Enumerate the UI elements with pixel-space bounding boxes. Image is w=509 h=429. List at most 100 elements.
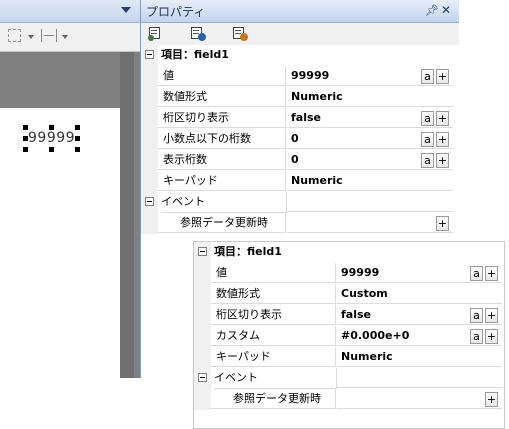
category-header[interactable]: 項目：field1 (194, 242, 502, 263)
property-name: 桁区切り表示 (158, 108, 286, 128)
designer-toolbar (0, 23, 140, 52)
properties-toolbar (141, 23, 459, 46)
property-name: 値 (158, 66, 286, 86)
panel-title: プロパティ (146, 5, 206, 19)
text-edit-button[interactable]: a (470, 308, 483, 323)
event-category-title: イベント (214, 368, 337, 389)
expression-add-button[interactable]: + (485, 392, 498, 407)
property-row[interactable]: 数値形式 Numeric (141, 87, 453, 108)
property-value[interactable]: Custom (337, 284, 502, 304)
property-name: 数値形式 (211, 284, 336, 304)
gutter (141, 108, 158, 129)
property-row[interactable]: カスタム #0.000e+0 a + (194, 326, 502, 347)
chevron-down-icon[interactable] (121, 7, 131, 13)
close-icon[interactable]: ✕ (441, 3, 451, 17)
pin-icon[interactable]: 📌︎ (425, 4, 439, 17)
resize-handle[interactable] (23, 136, 28, 141)
event-category-value (337, 368, 502, 388)
chevron-down-icon[interactable] (28, 35, 34, 39)
expression-add-button[interactable]: + (436, 153, 449, 168)
property-value[interactable]: Numeric (337, 347, 502, 367)
property-row[interactable]: キーパッド Numeric (194, 347, 502, 368)
property-grid-custom: 項目：field1 値 99999 a + 数値形式 Custom 桁区切り表示 false a +… (193, 241, 505, 429)
horizontal-spacing-icon[interactable] (41, 29, 57, 42)
resize-handle[interactable] (75, 125, 80, 130)
event-name: 参照データ更新時 (211, 389, 336, 409)
event-row[interactable]: 参照データ更新時 + (141, 213, 453, 234)
expression-add-button[interactable]: + (436, 111, 449, 126)
properties-title-bar: プロパティ 📌︎ ✕ (141, 0, 459, 23)
text-edit-button[interactable]: a (470, 329, 483, 344)
collapse-toggle-icon[interactable] (198, 373, 207, 382)
resize-handle[interactable] (49, 147, 54, 152)
collapse-toggle-icon[interactable] (198, 247, 207, 256)
gutter (141, 66, 158, 87)
snap-grid-icon[interactable] (8, 29, 21, 42)
property-row[interactable]: 小数点以下の桁数 0 a + (141, 129, 453, 150)
resize-handle[interactable] (75, 136, 80, 141)
category-title: 項目：field1 (161, 48, 229, 61)
event-page-icon[interactable] (189, 26, 207, 42)
text-edit-button[interactable]: a (421, 111, 434, 126)
expression-add-button[interactable]: + (436, 69, 449, 84)
property-name: カスタム (211, 326, 336, 346)
property-value[interactable]: Numeric (287, 87, 453, 107)
expression-add-button[interactable]: + (485, 329, 498, 344)
canvas-scroll-margin (120, 52, 134, 378)
text-edit-button[interactable]: a (421, 153, 434, 168)
event-category-value (287, 192, 453, 212)
event-category-header[interactable]: イベント (141, 192, 453, 213)
expression-add-button[interactable]: + (485, 266, 498, 281)
event-value[interactable] (337, 389, 502, 409)
gutter (194, 326, 211, 347)
gutter (141, 150, 158, 171)
resize-handle[interactable] (49, 125, 54, 130)
collapse-toggle-icon[interactable] (145, 197, 154, 206)
chevron-down-icon[interactable] (62, 35, 68, 39)
gutter (194, 389, 211, 410)
gutter (141, 129, 158, 150)
property-row[interactable]: 桁区切り表示 false a + (194, 305, 502, 326)
expression-add-button[interactable]: + (485, 308, 498, 323)
expression-add-button[interactable]: + (436, 216, 449, 231)
gutter (194, 263, 211, 284)
designer-title-bar (0, 0, 140, 23)
text-edit-button[interactable]: a (470, 266, 483, 281)
property-row[interactable]: 桁区切り表示 false a + (141, 108, 453, 129)
gutter (194, 305, 211, 326)
property-name: キーパッド (211, 347, 336, 367)
property-name: キーパッド (158, 171, 286, 191)
resize-handle[interactable] (75, 147, 80, 152)
event-row[interactable]: 参照データ更新時 + (194, 389, 502, 410)
field1-text: 99999 (28, 130, 76, 146)
property-name: 桁区切り表示 (211, 305, 336, 325)
gutter (141, 87, 158, 108)
property-row[interactable]: 値 99999 a + (141, 66, 453, 87)
text-edit-button[interactable]: a (421, 69, 434, 84)
gutter (194, 284, 211, 305)
category-title: 項目：field1 (214, 245, 282, 258)
property-row[interactable]: 数値形式 Custom (194, 284, 502, 305)
property-row[interactable]: 表示桁数 0 a + (141, 150, 453, 171)
designer-pane: 99999 (0, 0, 140, 378)
property-name: 小数点以下の桁数 (158, 129, 286, 149)
property-name: 数値形式 (158, 87, 286, 107)
event-category-header[interactable]: イベント (194, 368, 502, 389)
sorted-page-icon[interactable] (231, 26, 249, 42)
expression-add-button[interactable]: + (436, 132, 449, 147)
property-row[interactable]: 値 99999 a + (194, 263, 502, 284)
property-value[interactable]: Numeric (287, 171, 453, 191)
category-header[interactable]: 項目：field1 (141, 45, 453, 66)
event-value[interactable] (287, 213, 453, 233)
property-name: 値 (211, 263, 336, 283)
resize-handle[interactable] (23, 147, 28, 152)
gutter (141, 171, 158, 192)
property-name: 表示桁数 (158, 150, 286, 170)
event-category-title: イベント (161, 192, 287, 213)
property-row[interactable]: キーパッド Numeric (141, 171, 453, 192)
collapse-toggle-icon[interactable] (145, 50, 154, 59)
property-page-icon[interactable] (147, 26, 165, 42)
text-edit-button[interactable]: a (421, 132, 434, 147)
resize-handle[interactable] (23, 125, 28, 130)
gutter (141, 213, 158, 234)
